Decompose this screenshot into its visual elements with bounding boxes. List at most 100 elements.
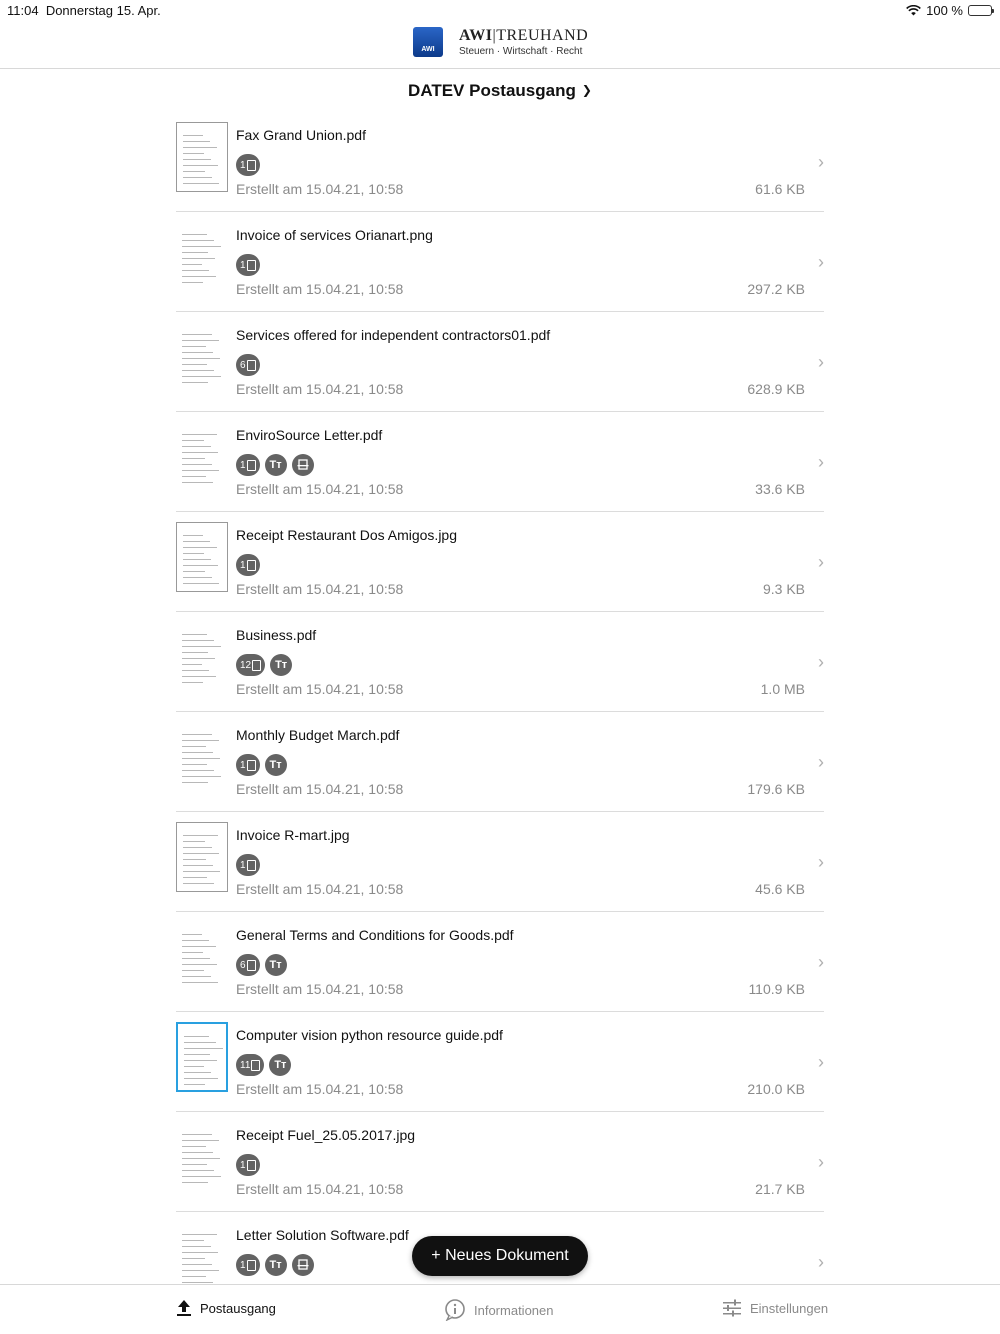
list-item[interactable]: Business.pdf 12 Tт Erstellt am 15.04.21, 10… bbox=[176, 612, 824, 712]
list-item[interactable]: General Terms and Conditions for Goods.p… bbox=[176, 912, 824, 1012]
created-date: Erstellt am 15.04.21, 10:58 bbox=[236, 181, 404, 197]
page-icon bbox=[246, 759, 256, 771]
created-date: Erstellt am 15.04.21, 10:58 bbox=[236, 281, 404, 297]
chevron-right-icon: › bbox=[818, 1052, 824, 1072]
chevron-right-icon: › bbox=[818, 1152, 824, 1172]
list-item[interactable]: Monthly Budget March.pdf 1 Tт Erstellt am 1… bbox=[176, 712, 824, 812]
chevron-right-icon: › bbox=[818, 552, 824, 572]
page-icon bbox=[246, 159, 256, 171]
page-count: 1 bbox=[240, 459, 246, 471]
page-icon bbox=[246, 259, 256, 271]
text-recognized-icon: Tт bbox=[264, 754, 287, 776]
page-count: 6 bbox=[240, 959, 246, 971]
document-badges: 12 Tт bbox=[236, 654, 293, 676]
document-thumbnail bbox=[176, 1122, 228, 1192]
battery-percent: 100 % bbox=[926, 3, 963, 18]
document-list[interactable]: Fax Grand Union.pdf 1 Erstellt am 15.04.21… bbox=[176, 112, 824, 1284]
file-size: 61.6 KB bbox=[755, 181, 805, 197]
tab-informationen[interactable]: Informationen bbox=[444, 1299, 554, 1321]
sliders-icon bbox=[723, 1299, 741, 1317]
list-item[interactable]: Receipt Restaurant Dos Amigos.jpg 1 Erstel… bbox=[176, 512, 824, 612]
document-badges: 1 bbox=[236, 254, 260, 276]
list-item[interactable]: EnviroSource Letter.pdf 1 Tт Erstellt am 15… bbox=[176, 412, 824, 512]
document-name: General Terms and Conditions for Goods.p… bbox=[236, 927, 514, 943]
document-name: Services offered for independent contrac… bbox=[236, 327, 551, 343]
page-icon bbox=[246, 1259, 256, 1271]
file-size: 9.3 KB bbox=[762, 581, 805, 597]
document-badges: 11 Tт bbox=[236, 1054, 292, 1076]
created-date: Erstellt am 15.04.21, 10:58 bbox=[236, 981, 404, 997]
page-count: 1 bbox=[240, 259, 246, 271]
page-count: 12 bbox=[240, 659, 252, 671]
chevron-right-icon: › bbox=[818, 352, 824, 372]
document-badges: 1 Tт bbox=[236, 754, 287, 776]
new-document-button[interactable]: + Neues Dokument bbox=[412, 1236, 588, 1276]
page-count-badge: 6 bbox=[236, 354, 260, 376]
list-item[interactable]: Computer vision python resource guide.pd… bbox=[176, 1012, 824, 1112]
page-count-badge: 1 bbox=[236, 554, 260, 576]
created-date: Erstellt am 15.04.21, 10:58 bbox=[236, 1181, 404, 1197]
brand-tagline: Steuern · Wirtschaft · Recht bbox=[459, 46, 583, 57]
list-item[interactable]: Fax Grand Union.pdf 1 Erstellt am 15.04.21… bbox=[176, 112, 824, 212]
list-item[interactable]: Invoice R-mart.jpg 1 Erstellt am 15.04.21,… bbox=[176, 812, 824, 912]
chevron-right-icon: › bbox=[818, 852, 824, 872]
page-count-badge: 1 bbox=[236, 1254, 260, 1276]
text-recognized-icon: Tт bbox=[269, 1054, 292, 1076]
created-date: Erstellt am 15.04.21, 10:58 bbox=[236, 481, 404, 497]
page-count-badge: 11 bbox=[236, 1054, 265, 1076]
document-thumbnail bbox=[176, 622, 228, 692]
page-count: 11 bbox=[240, 1059, 251, 1071]
document-thumbnail bbox=[176, 222, 228, 292]
battery-icon bbox=[968, 5, 994, 16]
logo-mark-icon: AWI bbox=[413, 27, 443, 57]
file-size: 21.7 KB bbox=[755, 1181, 805, 1197]
document-badges: 1 bbox=[236, 854, 260, 876]
chevron-right-icon: › bbox=[818, 152, 824, 172]
created-date: Erstellt am 15.04.21, 10:58 bbox=[236, 881, 404, 897]
text-recognized-icon: Tт bbox=[264, 954, 287, 976]
text-recognized-icon: Tт bbox=[264, 454, 287, 476]
list-item[interactable]: Invoice of services Orianart.png 1 Erstell… bbox=[176, 212, 824, 312]
page-count-badge: 1 bbox=[236, 754, 260, 776]
file-size: 628.9 KB bbox=[747, 381, 805, 397]
document-badges: 6 Tт bbox=[236, 954, 287, 976]
page-icon bbox=[246, 359, 256, 371]
document-thumbnail bbox=[176, 522, 228, 592]
file-size: 110.9 KB bbox=[748, 981, 805, 997]
tab-postausgang[interactable]: Postausgang bbox=[176, 1299, 276, 1317]
document-thumbnail bbox=[176, 1222, 228, 1284]
page-count: 1 bbox=[240, 1259, 246, 1271]
document-badges: 1 Tт bbox=[236, 454, 314, 476]
document-badges: 1 bbox=[236, 554, 260, 576]
upload-icon bbox=[177, 1300, 191, 1316]
document-thumbnail bbox=[176, 422, 228, 492]
folder-selector[interactable]: DATEV Postausgang ❯ bbox=[0, 81, 1000, 101]
scan-document-icon bbox=[291, 1254, 314, 1276]
file-size: 297.2 KB bbox=[747, 281, 805, 297]
created-date: Erstellt am 15.04.21, 10:58 bbox=[236, 581, 404, 597]
tab-einstellungen[interactable]: Einstellungen bbox=[722, 1299, 828, 1317]
list-item[interactable]: Services offered for independent contrac… bbox=[176, 312, 824, 412]
page-count: 1 bbox=[240, 159, 246, 171]
app-header: AWI AWI|TREUHAND Steuern · Wirtschaft · … bbox=[0, 22, 1000, 69]
text-recognized-icon: Tт bbox=[270, 654, 293, 676]
scan-document-icon bbox=[291, 454, 314, 476]
created-date: Erstellt am 15.04.21, 10:58 bbox=[236, 781, 404, 797]
created-date: Erstellt am 15.04.21, 10:58 bbox=[236, 1081, 404, 1097]
page-icon bbox=[246, 459, 256, 471]
chevron-right-icon: › bbox=[818, 452, 824, 472]
tab-label: Postausgang bbox=[200, 1300, 276, 1316]
wifi-icon bbox=[906, 5, 921, 16]
tab-label: Einstellungen bbox=[750, 1300, 829, 1316]
document-name: Fax Grand Union.pdf bbox=[236, 127, 366, 143]
tab-label: Informationen bbox=[474, 1302, 554, 1318]
page-icon bbox=[251, 1059, 261, 1071]
page-icon bbox=[246, 559, 256, 571]
list-item[interactable]: Receipt Fuel_25.05.2017.jpg 1 Erstellt am … bbox=[176, 1112, 824, 1212]
document-thumbnail bbox=[176, 122, 228, 192]
chevron-right-icon: › bbox=[818, 1252, 824, 1272]
page-icon bbox=[246, 959, 256, 971]
page-count-badge: 1 bbox=[236, 254, 260, 276]
document-thumbnail bbox=[176, 822, 228, 892]
chevron-right-icon: › bbox=[818, 652, 824, 672]
